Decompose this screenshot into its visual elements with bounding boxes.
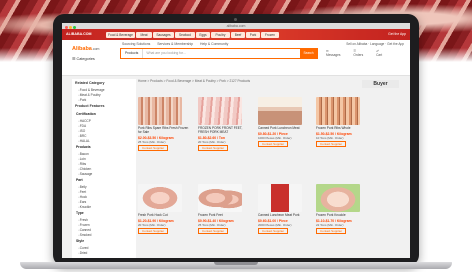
product-card[interactable]: Pork Ribs Spare Ribs Fresh Frozen for Sa…	[138, 97, 190, 151]
contact-supplier-button[interactable]: Contact Supplier	[138, 227, 169, 234]
screen: alibaba.com ALIBABA.COM Food & Beverage …	[62, 23, 410, 258]
url-text: alibaba.com	[226, 24, 246, 28]
filter-option[interactable]: Dried	[72, 250, 136, 255]
logo-text: Alibaba	[72, 46, 92, 52]
product-card[interactable]: FROZEN PORK FRONT FEET, FRESH PORK MEAT …	[198, 97, 250, 151]
product-title[interactable]: Canned Pork Luncheon Meat	[258, 126, 310, 131]
cart-icon[interactable]: ☍ Cart	[376, 49, 388, 57]
product-card[interactable]: Frozen Pork Knuckle $1.10-$1.70 / Kilogr…	[316, 184, 368, 234]
product-title[interactable]: Frozen Pork Feet	[198, 213, 250, 218]
categories-menu[interactable]: ☰ Categories	[72, 56, 95, 61]
product-moq: 2000 Pieces (Min. Order)	[258, 222, 292, 227]
nav-sourcing[interactable]: Sourcing Solutions	[122, 42, 150, 46]
language-link[interactable]: Language	[370, 42, 384, 46]
product-moq: 20 Tons (Min. Order)	[198, 139, 226, 144]
product-card[interactable]: Canned Pork Luncheon Meat $0.80-$1.20 / …	[258, 97, 310, 147]
product-card[interactable]: Frozen Pork Feet $0.90-$1.40 / Kilogram …	[198, 184, 250, 234]
chip-food[interactable]: Food & Beverage	[106, 31, 135, 38]
nav-services[interactable]: Services & Membership	[157, 42, 193, 46]
orders-label: Orders	[353, 53, 364, 57]
categories-label: Categories	[76, 57, 95, 61]
product-card[interactable]: Frozen Pork Ribs Whole $1.50-$2.50 / Kil…	[316, 97, 368, 147]
chip-sausages[interactable]: Sausages	[153, 31, 174, 38]
chip-pork[interactable]: Pork	[246, 31, 260, 38]
product-card[interactable]: Fresh Pork Hock Cut $1.20-$1.90 / Kilogr…	[138, 184, 190, 234]
product-card[interactable]: Canned Luncheon Meat Pork $0.60-$1.00 / …	[258, 184, 310, 234]
contact-supplier-button[interactable]: Contact Supplier	[316, 140, 347, 147]
product-image[interactable]	[138, 184, 182, 212]
product-moq: 10 Tons (Min. Order)	[316, 135, 344, 140]
chip-poultry[interactable]: Poultry	[211, 31, 230, 38]
chip-eggs[interactable]: Eggs	[196, 31, 210, 38]
app-link[interactable]: Get the App	[387, 42, 404, 46]
logo-suffix: .com	[91, 47, 100, 51]
orders-icon[interactable]: ☰ Orders	[353, 49, 369, 57]
chip-frozen[interactable]: Frozen	[261, 31, 279, 38]
product-moq: 25 Tons (Min. Order)	[198, 222, 226, 227]
header-icons: ✉ Messages ☰ Orders ☍ Cart	[326, 49, 394, 57]
product-image[interactable]	[258, 184, 302, 212]
messages-icon[interactable]: ✉ Messages	[326, 49, 347, 57]
breadcrumb: Home > Products > Food & Beverage > Meat…	[138, 79, 251, 83]
related-title: Related Category	[75, 81, 105, 85]
product-image[interactable]	[198, 97, 242, 125]
cart-label: Cart	[376, 53, 383, 57]
nav-help[interactable]: Help & Community	[200, 42, 228, 46]
filter-title: Product Features	[75, 104, 105, 108]
contact-supplier-button[interactable]: Contact Supplier	[316, 227, 347, 234]
category-bar: ALIBABA.COM Food & Beverage Meat Sausage…	[62, 29, 410, 40]
get-app-link[interactable]: Get the App	[388, 32, 406, 36]
product-image[interactable]	[258, 97, 302, 125]
product-title[interactable]: Canned Luncheon Meat Pork	[258, 213, 310, 218]
filter-group-type: Type	[76, 211, 84, 215]
contact-supplier-button[interactable]: Contact Supplier	[258, 140, 289, 147]
filter-group-style: Style	[76, 239, 85, 243]
chip-meat[interactable]: Meat	[136, 31, 152, 38]
contact-supplier-button[interactable]: Contact Supplier	[198, 227, 229, 234]
contact-supplier-button[interactable]: Contact Supplier	[138, 144, 169, 151]
product-moq: 25 Tons (Min. Order)	[138, 139, 166, 144]
product-moq: 20 Tons (Min. Order)	[138, 222, 166, 227]
messages-label: Messages	[326, 53, 341, 57]
contact-supplier-button[interactable]: Contact Supplier	[198, 144, 229, 151]
product-image[interactable]	[316, 97, 360, 125]
chip-seafood[interactable]: Seafood	[175, 31, 195, 38]
top-links: Sell on Alibaba · Language · Get the App	[346, 42, 404, 46]
product-title[interactable]: FROZEN PORK FRONT FEET, FRESH PORK MEAT	[198, 126, 250, 135]
product-title[interactable]: Pork Ribs Spare Ribs Fresh Frozen for Sa…	[138, 126, 190, 135]
filter-group-certification: Certification	[76, 112, 96, 116]
product-title[interactable]: Frozen Pork Knuckle	[316, 213, 368, 218]
sell-link[interactable]: Sell on Alibaba	[346, 42, 367, 46]
category-bar-brand[interactable]: ALIBABA.COM	[66, 32, 92, 36]
product-moq: 22 Tons (Min. Order)	[316, 222, 344, 227]
search-box[interactable]: Products What are you looking for... Sear…	[120, 48, 318, 59]
top-nav: Sourcing Solutions Services & Membership…	[122, 42, 234, 46]
product-title[interactable]: Frozen Pork Ribs Whole	[316, 126, 368, 131]
search-button[interactable]: Search	[300, 49, 317, 58]
buyer-badge[interactable]: Buyer	[362, 80, 399, 88]
laptop-notch	[214, 262, 258, 265]
alibaba-logo[interactable]: Alibaba.com	[72, 46, 99, 52]
contact-supplier-button[interactable]: Contact Supplier	[258, 227, 289, 234]
search-mode-select[interactable]: Products	[121, 49, 144, 58]
sidebar: Related Category Food & Beverage Meat & …	[72, 79, 136, 258]
search-input[interactable]: What are you looking for...	[143, 51, 185, 55]
product-image[interactable]	[138, 97, 182, 125]
site-header: Alibaba.com Sourcing Solutions Services …	[62, 40, 410, 76]
filter-group-part: Part	[76, 178, 83, 182]
product-title[interactable]: Fresh Pork Hock Cut	[138, 213, 190, 218]
product-image[interactable]	[316, 184, 360, 212]
product-image[interactable]	[198, 184, 242, 212]
product-moq: 1000 Pieces (Min. Order)	[258, 135, 292, 140]
filter-group-products: Products	[76, 145, 91, 149]
camera-dot	[234, 18, 237, 21]
chip-beef[interactable]: Beef	[231, 31, 245, 38]
